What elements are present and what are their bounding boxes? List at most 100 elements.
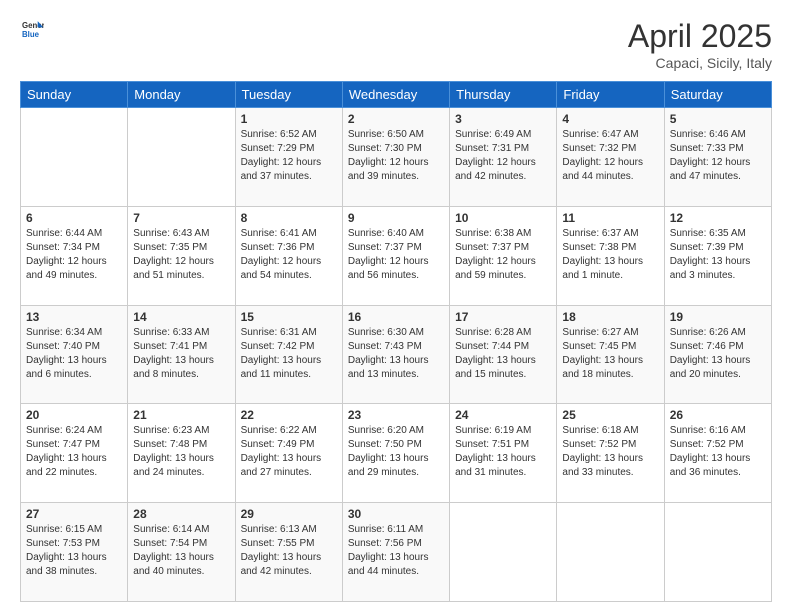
cell-4-2: 29 Sunrise: 6:13 AM Sunset: 7:55 PM Dayli…: [235, 503, 342, 602]
day-number-2-0: 13: [26, 310, 122, 324]
header-thursday: Thursday: [450, 82, 557, 108]
page: General Blue April 2025 Capaci, Sicily, …: [0, 0, 792, 612]
subtitle: Capaci, Sicily, Italy: [628, 55, 772, 71]
day-number-4-2: 29: [241, 507, 337, 521]
cell-1-1: 7 Sunrise: 6:43 AM Sunset: 7:35 PM Daylig…: [128, 206, 235, 305]
day-number-2-1: 14: [133, 310, 229, 324]
cell-info-3-4: Sunrise: 6:19 AM Sunset: 7:51 PM Dayligh…: [455, 424, 551, 480]
cell-info-0-4: Sunrise: 6:49 AM Sunset: 7:31 PM Dayligh…: [455, 128, 551, 184]
cell-info-1-3: Sunrise: 6:40 AM Sunset: 7:37 PM Dayligh…: [348, 227, 444, 283]
day-number-1-4: 10: [455, 211, 551, 225]
svg-text:Blue: Blue: [22, 30, 40, 39]
header-sunday: Sunday: [21, 82, 128, 108]
cell-1-5: 11 Sunrise: 6:37 AM Sunset: 7:38 PM Dayli…: [557, 206, 664, 305]
cell-info-3-5: Sunrise: 6:18 AM Sunset: 7:52 PM Dayligh…: [562, 424, 658, 480]
cell-info-3-2: Sunrise: 6:22 AM Sunset: 7:49 PM Dayligh…: [241, 424, 337, 480]
day-number-3-5: 25: [562, 408, 658, 422]
title-block: April 2025 Capaci, Sicily, Italy: [628, 18, 772, 71]
cell-2-5: 18Sunrise: 6:27 AM Sunset: 7:45 PM Dayli…: [557, 305, 664, 404]
cell-info-0-5: Sunrise: 6:47 AM Sunset: 7:32 PM Dayligh…: [562, 128, 658, 184]
day-number-1-0: 6: [26, 211, 122, 225]
cell-info-1-4: Sunrise: 6:38 AM Sunset: 7:37 PM Dayligh…: [455, 227, 551, 283]
header-friday: Friday: [557, 82, 664, 108]
cell-info-3-1: Sunrise: 6:23 AM Sunset: 7:48 PM Dayligh…: [133, 424, 229, 480]
header: General Blue April 2025 Capaci, Sicily, …: [20, 18, 772, 71]
cell-info-2-3: Sunrise: 6:30 AM Sunset: 7:43 PM Dayligh…: [348, 326, 444, 382]
week-row-3: 20 Sunrise: 6:24 AM Sunset: 7:47 PM Dayli…: [21, 404, 772, 503]
cell-2-3: 16 Sunrise: 6:30 AM Sunset: 7:43 PM Dayli…: [342, 305, 449, 404]
cell-0-6: 5 Sunrise: 6:46 AM Sunset: 7:33 PM Daylig…: [664, 108, 771, 207]
cell-info-2-4: Sunrise: 6:28 AM Sunset: 7:44 PM Dayligh…: [455, 326, 551, 382]
cell-3-4: 24 Sunrise: 6:19 AM Sunset: 7:51 PM Dayli…: [450, 404, 557, 503]
cell-3-3: 23 Sunrise: 6:20 AM Sunset: 7:50 PM Dayli…: [342, 404, 449, 503]
day-number-1-2: 8: [241, 211, 337, 225]
header-wednesday: Wednesday: [342, 82, 449, 108]
logo-icon: General Blue: [22, 18, 44, 40]
cell-info-1-6: Sunrise: 6:35 AM Sunset: 7:39 PM Dayligh…: [670, 227, 766, 283]
cell-1-0: 6 Sunrise: 6:44 AM Sunset: 7:34 PM Daylig…: [21, 206, 128, 305]
cell-1-2: 8 Sunrise: 6:41 AM Sunset: 7:36 PM Daylig…: [235, 206, 342, 305]
day-number-0-6: 5: [670, 112, 766, 126]
cell-4-6: [664, 503, 771, 602]
calendar-table: Sunday Monday Tuesday Wednesday Thursday…: [20, 81, 772, 602]
cell-0-1: [128, 108, 235, 207]
day-number-2-6: 19: [670, 310, 766, 324]
week-row-0: 1Sunrise: 6:52 AM Sunset: 7:29 PM Daylig…: [21, 108, 772, 207]
day-number-1-5: 11: [562, 211, 658, 225]
cell-info-1-1: Sunrise: 6:43 AM Sunset: 7:35 PM Dayligh…: [133, 227, 229, 283]
month-title: April 2025: [628, 18, 772, 55]
logo: General Blue: [20, 18, 44, 40]
day-number-1-1: 7: [133, 211, 229, 225]
day-number-3-1: 21: [133, 408, 229, 422]
cell-info-0-3: Sunrise: 6:50 AM Sunset: 7:30 PM Dayligh…: [348, 128, 444, 184]
cell-info-0-6: Sunrise: 6:46 AM Sunset: 7:33 PM Dayligh…: [670, 128, 766, 184]
cell-info-1-2: Sunrise: 6:41 AM Sunset: 7:36 PM Dayligh…: [241, 227, 337, 283]
cell-2-2: 15 Sunrise: 6:31 AM Sunset: 7:42 PM Dayli…: [235, 305, 342, 404]
day-number-2-2: 15: [241, 310, 337, 324]
day-number-3-2: 22: [241, 408, 337, 422]
header-monday: Monday: [128, 82, 235, 108]
cell-1-4: 10 Sunrise: 6:38 AM Sunset: 7:37 PM Dayli…: [450, 206, 557, 305]
cell-3-5: 25 Sunrise: 6:18 AM Sunset: 7:52 PM Dayli…: [557, 404, 664, 503]
cell-info-4-1: Sunrise: 6:14 AM Sunset: 7:54 PM Dayligh…: [133, 523, 229, 579]
cell-info-3-3: Sunrise: 6:20 AM Sunset: 7:50 PM Dayligh…: [348, 424, 444, 480]
cell-3-6: 26Sunrise: 6:16 AM Sunset: 7:52 PM Dayli…: [664, 404, 771, 503]
day-number-2-4: 17: [455, 310, 551, 324]
cell-4-4: [450, 503, 557, 602]
cell-4-1: 28 Sunrise: 6:14 AM Sunset: 7:54 PM Dayli…: [128, 503, 235, 602]
cell-info-4-0: Sunrise: 6:15 AM Sunset: 7:53 PM Dayligh…: [26, 523, 122, 579]
cell-info-2-6: Sunrise: 6:26 AM Sunset: 7:46 PM Dayligh…: [670, 326, 766, 382]
day-number-2-3: 16: [348, 310, 444, 324]
cell-0-4: 3 Sunrise: 6:49 AM Sunset: 7:31 PM Daylig…: [450, 108, 557, 207]
cell-info-3-6: Sunrise: 6:16 AM Sunset: 7:52 PM Dayligh…: [670, 424, 766, 480]
cell-info-2-1: Sunrise: 6:33 AM Sunset: 7:41 PM Dayligh…: [133, 326, 229, 382]
day-number-3-4: 24: [455, 408, 551, 422]
cell-info-1-0: Sunrise: 6:44 AM Sunset: 7:34 PM Dayligh…: [26, 227, 122, 283]
cell-3-1: 21 Sunrise: 6:23 AM Sunset: 7:48 PM Dayli…: [128, 404, 235, 503]
cell-4-5: [557, 503, 664, 602]
day-number-0-3: 2: [348, 112, 444, 126]
header-tuesday: Tuesday: [235, 82, 342, 108]
cell-3-0: 20 Sunrise: 6:24 AM Sunset: 7:47 PM Dayli…: [21, 404, 128, 503]
day-number-4-0: 27: [26, 507, 122, 521]
cell-info-2-2: Sunrise: 6:31 AM Sunset: 7:42 PM Dayligh…: [241, 326, 337, 382]
day-number-4-1: 28: [133, 507, 229, 521]
day-number-3-3: 23: [348, 408, 444, 422]
cell-2-6: 19 Sunrise: 6:26 AM Sunset: 7:46 PM Dayli…: [664, 305, 771, 404]
header-saturday: Saturday: [664, 82, 771, 108]
day-number-1-3: 9: [348, 211, 444, 225]
day-number-1-6: 12: [670, 211, 766, 225]
cell-0-2: 1Sunrise: 6:52 AM Sunset: 7:29 PM Daylig…: [235, 108, 342, 207]
week-row-2: 13 Sunrise: 6:34 AM Sunset: 7:40 PM Dayli…: [21, 305, 772, 404]
week-row-4: 27 Sunrise: 6:15 AM Sunset: 7:53 PM Dayli…: [21, 503, 772, 602]
cell-0-0: [21, 108, 128, 207]
cell-info-2-0: Sunrise: 6:34 AM Sunset: 7:40 PM Dayligh…: [26, 326, 122, 382]
cell-0-3: 2 Sunrise: 6:50 AM Sunset: 7:30 PM Daylig…: [342, 108, 449, 207]
day-number-3-0: 20: [26, 408, 122, 422]
cell-info-3-0: Sunrise: 6:24 AM Sunset: 7:47 PM Dayligh…: [26, 424, 122, 480]
cell-info-4-3: Sunrise: 6:11 AM Sunset: 7:56 PM Dayligh…: [348, 523, 444, 579]
cell-info-4-2: Sunrise: 6:13 AM Sunset: 7:55 PM Dayligh…: [241, 523, 337, 579]
day-number-0-4: 3: [455, 112, 551, 126]
cell-4-0: 27 Sunrise: 6:15 AM Sunset: 7:53 PM Dayli…: [21, 503, 128, 602]
cell-info-1-5: Sunrise: 6:37 AM Sunset: 7:38 PM Dayligh…: [562, 227, 658, 283]
